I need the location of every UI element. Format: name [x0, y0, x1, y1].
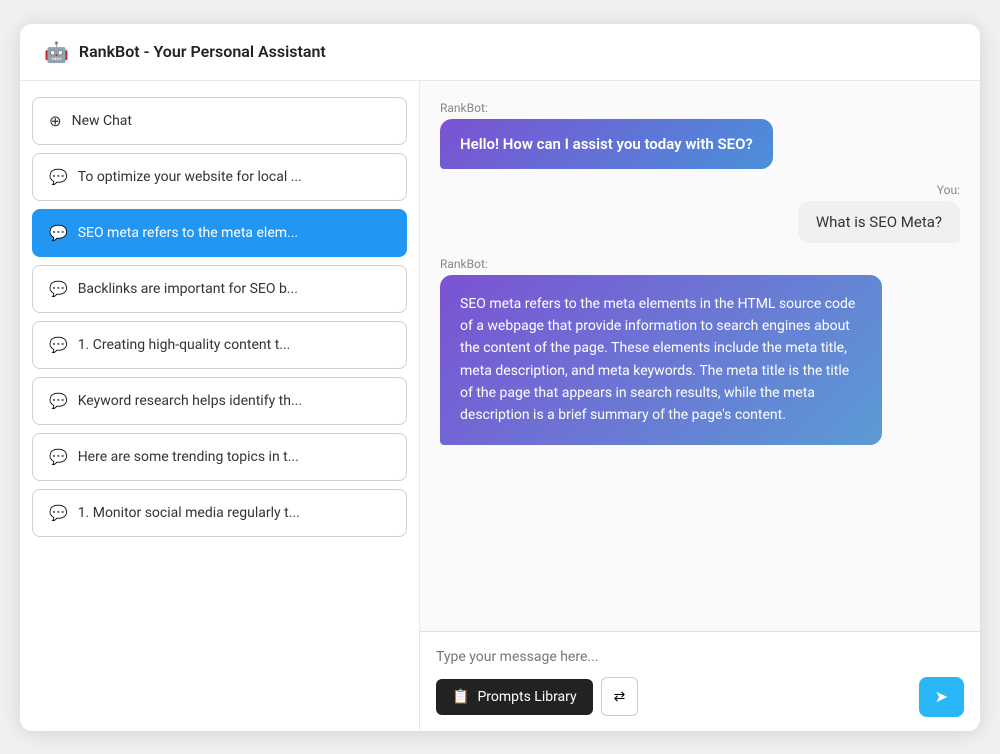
prompts-library-icon: 📋 — [452, 689, 469, 705]
sidebar: ⊕ New Chat 💬 To optimize your website for l… — [20, 81, 420, 731]
chat-area: RankBot: Hello! How can I assist you tod… — [420, 81, 980, 731]
prompts-library-label: Prompts Library — [477, 689, 576, 705]
bot-icon: 🤖 — [44, 40, 69, 64]
user-bubble-1: What is SEO Meta? — [798, 201, 960, 243]
input-actions: 📋 Prompts Library ⇄ ➤ — [436, 677, 964, 717]
refresh-icon: ⇄ — [614, 688, 626, 705]
sidebar-text-chat-6: Here are some trending topics in t... — [78, 449, 299, 465]
sidebar-icon-chat-5: 💬 — [49, 392, 68, 410]
prompts-library-button[interactable]: 📋 Prompts Library — [436, 679, 593, 715]
sidebar-icon-chat-2: 💬 — [49, 224, 68, 242]
message-bot-greeting: RankBot: Hello! How can I assist you tod… — [440, 101, 773, 169]
sidebar-item-chat-4[interactable]: 💬 1. Creating high-quality content t... — [32, 321, 407, 369]
chat-input-area: 📋 Prompts Library ⇄ ➤ — [420, 631, 980, 731]
sidebar-item-chat-7[interactable]: 💬 1. Monitor social media regularly t... — [32, 489, 407, 537]
app-container: 🤖 RankBot - Your Personal Assistant ⊕ New… — [20, 24, 980, 731]
bot-bubble-greeting: Hello! How can I assist you today with S… — [440, 119, 773, 169]
sidebar-icon-chat-1: 💬 — [49, 168, 68, 186]
chat-messages: RankBot: Hello! How can I assist you tod… — [420, 81, 980, 631]
app-header: 🤖 RankBot - Your Personal Assistant — [20, 24, 980, 81]
sidebar-text-new-chat: New Chat — [72, 113, 132, 129]
send-icon: ➤ — [935, 687, 948, 707]
sidebar-icon-chat-7: 💬 — [49, 504, 68, 522]
sidebar-text-chat-7: 1. Monitor social media regularly t... — [78, 505, 300, 521]
sidebar-item-chat-1[interactable]: 💬 To optimize your website for local ... — [32, 153, 407, 201]
sidebar-icon-chat-4: 💬 — [49, 336, 68, 354]
sidebar-item-chat-5[interactable]: 💬 Keyword research helps identify th... — [32, 377, 407, 425]
app-title: RankBot - Your Personal Assistant — [79, 42, 326, 61]
sidebar-icon-new-chat: ⊕ — [49, 112, 62, 130]
sidebar-item-chat-2[interactable]: 💬 SEO meta refers to the meta elem... — [32, 209, 407, 257]
sidebar-text-chat-1: To optimize your website for local ... — [78, 169, 302, 185]
bot-bubble-response: SEO meta refers to the meta elements in … — [440, 275, 882, 445]
sidebar-text-chat-5: Keyword research helps identify th... — [78, 393, 302, 409]
sidebar-text-chat-3: Backlinks are important for SEO b... — [78, 281, 298, 297]
message-input[interactable] — [436, 649, 964, 665]
sidebar-text-chat-4: 1. Creating high-quality content t... — [78, 337, 291, 353]
sidebar-item-chat-6[interactable]: 💬 Here are some trending topics in t... — [32, 433, 407, 481]
app-body: ⊕ New Chat 💬 To optimize your website for l… — [20, 81, 980, 731]
sidebar-item-chat-3[interactable]: 💬 Backlinks are important for SEO b... — [32, 265, 407, 313]
message-bot-response: RankBot: SEO meta refers to the meta ele… — [440, 257, 882, 445]
sidebar-text-chat-2: SEO meta refers to the meta elem... — [78, 225, 298, 241]
refresh-button[interactable]: ⇄ — [601, 677, 639, 716]
sidebar-icon-chat-6: 💬 — [49, 448, 68, 466]
message-user-1: You: What is SEO Meta? — [798, 183, 960, 243]
send-button[interactable]: ➤ — [919, 677, 964, 717]
sidebar-item-new-chat[interactable]: ⊕ New Chat — [32, 97, 407, 145]
bot-label-2: RankBot: — [440, 257, 882, 271]
bot-label-1: RankBot: — [440, 101, 773, 115]
sidebar-icon-chat-3: 💬 — [49, 280, 68, 298]
user-label-1: You: — [798, 183, 960, 197]
